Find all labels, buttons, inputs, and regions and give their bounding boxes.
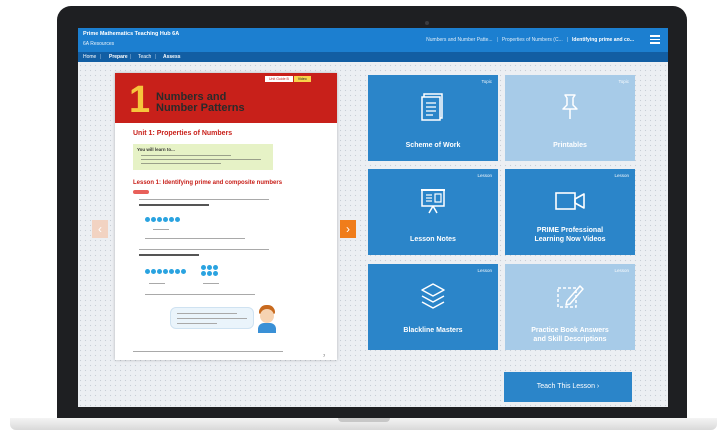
teach-this-lesson-button[interactable]: Teach This Lesson ›	[504, 372, 632, 402]
tile-label-line2: and Skill Descriptions	[533, 336, 607, 343]
tile-label: PRIME Professional Learning Now Videos	[509, 226, 631, 244]
lesson-page-preview: Unit Guide B Video 1 Numbers and Number P…	[115, 73, 337, 360]
tile-label: Blackline Masters	[403, 327, 463, 334]
learning-objectives-box: You will learn to...	[133, 144, 273, 170]
nav-home[interactable]: Home	[83, 54, 96, 60]
tile-label-line1: PRIME Professional	[536, 227, 604, 234]
top-nav: Home | Prepare | Teach | Assess	[78, 52, 668, 62]
tile-type: Lesson	[477, 268, 492, 273]
tile-scheme-of-work[interactable]: Topic Scheme of Work	[368, 75, 498, 161]
app-title: Prime Mathematics Teaching Hub 6A	[83, 31, 180, 37]
tile-label-line2: Learning Now Videos	[534, 236, 606, 243]
tile-label: Printables	[553, 142, 587, 149]
chapter-title-line2: Number Patterns	[156, 102, 245, 114]
lesson-title: Lesson 1: Identifying prime and composit…	[133, 180, 283, 186]
tile-label: Lesson Notes	[410, 236, 456, 243]
tile-type: Topic	[618, 79, 629, 84]
pin-icon	[505, 92, 635, 122]
app-header: Prime Mathematics Teaching Hub 6A 6A Res…	[78, 28, 668, 52]
video-icon	[505, 186, 635, 216]
chapter-title: Numbers and Number Patterns	[156, 92, 245, 114]
breadcrumb-current: Identifying prime and co...	[572, 37, 634, 43]
document-icon	[368, 92, 498, 122]
nav-prepare[interactable]: Prepare	[109, 54, 128, 60]
chapter-number: 1	[129, 79, 151, 121]
tile-printables[interactable]: Topic Printables	[505, 75, 635, 161]
app-subtitle: 6A Resources	[83, 41, 115, 47]
hamburger-menu-icon[interactable]	[648, 33, 662, 47]
tile-type: Lesson	[614, 173, 629, 178]
next-page-button[interactable]: ›	[340, 220, 356, 238]
presentation-icon	[368, 186, 498, 216]
speech-bubble	[170, 307, 254, 329]
breadcrumb-item[interactable]: Properties of Numbers (C...	[502, 37, 563, 43]
tile-label: Scheme of Work	[405, 142, 461, 149]
laptop-notch	[338, 418, 390, 422]
tile-prime-videos[interactable]: Lesson PRIME Professional Learning Now V…	[505, 169, 635, 255]
tile-type: Lesson	[477, 173, 492, 178]
nav-teach[interactable]: Teach	[138, 54, 151, 60]
tile-blackline-masters[interactable]: Lesson Blackline Masters	[368, 264, 498, 350]
page-tags: Unit Guide B Video	[265, 76, 312, 82]
breadcrumb-item[interactable]: Numbers and Number Patte...	[426, 37, 492, 43]
tile-type: Lesson	[614, 268, 629, 273]
unit-title: Unit 1: Properties of Numbers	[133, 130, 233, 137]
tile-label-line1: Practice Book Answers	[531, 327, 609, 334]
tag-unit-guide[interactable]: Unit Guide B	[265, 76, 293, 82]
page-number: 7	[323, 353, 326, 358]
layers-icon	[368, 281, 498, 311]
tile-lesson-notes[interactable]: Lesson Lesson Notes	[368, 169, 498, 255]
tag-video[interactable]: Video	[293, 76, 311, 82]
prev-page-button[interactable]: ‹	[92, 220, 108, 238]
edit-icon	[505, 281, 635, 311]
student-illustration	[257, 305, 277, 333]
tile-type: Topic	[481, 79, 492, 84]
breadcrumb: Numbers and Number Patte... | Properties o…	[426, 37, 634, 43]
tile-label: Practice Book Answers and Skill Descript…	[509, 326, 631, 344]
nav-assess[interactable]: Assess	[163, 54, 181, 60]
learning-heading: You will learn to...	[137, 147, 175, 152]
tile-practice-book-answers[interactable]: Lesson Practice Book Answers and Skill D…	[505, 264, 635, 350]
camera-dot	[425, 21, 429, 25]
app-screen: Prime Mathematics Teaching Hub 6A 6A Res…	[78, 28, 668, 407]
lets-explore-tag	[133, 190, 149, 194]
